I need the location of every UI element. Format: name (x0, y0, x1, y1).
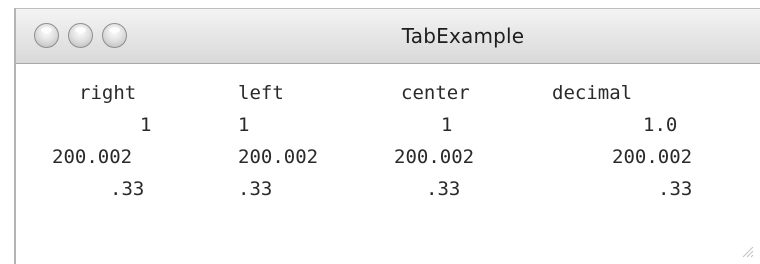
resize-grip-icon[interactable] (740, 244, 754, 258)
cell-decimal-3: .33 (658, 178, 693, 200)
header-right: right (79, 82, 137, 104)
cell-center-2: 200.002 (394, 146, 475, 168)
cell-left-2: 200.002 (238, 146, 319, 168)
title-bar[interactable]: TabExample (16, 9, 760, 64)
cell-decimal-1: 1.0 (643, 114, 678, 136)
cell-left-1: 1 (238, 114, 250, 136)
header-left: left (238, 82, 284, 104)
cell-right-2: 200.002 (52, 146, 133, 168)
text-view[interactable]: right left center decimal 1 1 1 1.0 200.… (16, 64, 760, 264)
header-decimal: decimal (552, 82, 633, 104)
cell-left-3: .33 (238, 178, 273, 200)
cell-right-3: .33 (110, 178, 145, 200)
cell-decimal-2: 200.002 (612, 146, 693, 168)
cell-center-3: .33 (426, 178, 461, 200)
cell-right-1: 1 (140, 114, 152, 136)
header-center: center (401, 82, 470, 104)
app-window: TabExample right left center decimal 1 1… (14, 8, 760, 264)
cell-center-1: 1 (441, 114, 453, 136)
window-title: TabExample (401, 24, 525, 48)
